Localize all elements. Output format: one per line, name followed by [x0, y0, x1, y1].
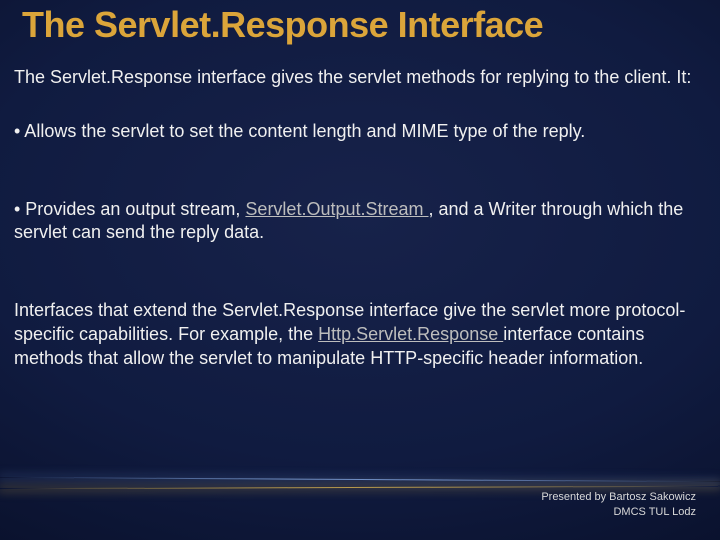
bullet2-pre: • Provides an output stream, — [14, 199, 245, 219]
spacer — [14, 96, 692, 120]
spacer — [14, 174, 692, 198]
page-title: The Servlet.Response Interface — [22, 4, 698, 46]
footer: Presented by Bartosz Sakowicz DMCS TUL L… — [541, 490, 696, 520]
intro-paragraph: The Servlet.Response interface gives the… — [14, 66, 692, 90]
intro-post: interface gives the servlet methods for … — [192, 67, 691, 87]
bullet-2: • Provides an output stream, Servlet.Out… — [14, 198, 692, 246]
intro-code: Servlet.Response — [50, 67, 192, 87]
http-servlet-response-link[interactable]: Http.Servlet.Response — [318, 324, 503, 344]
spacer — [14, 275, 692, 299]
footer-line-1: Presented by Bartosz Sakowicz — [541, 490, 696, 505]
slide-body: The Servlet.Response interface gives the… — [14, 66, 692, 376]
bullet-1: • Allows the servlet to set the content … — [14, 120, 692, 144]
slide: The Servlet.Response Interface The Servl… — [0, 0, 720, 540]
bullet2-writer: Writer — [489, 199, 537, 219]
paragraph-extend: Interfaces that extend the Servlet.Respo… — [14, 299, 692, 370]
bullet2-mid1: , and a — [429, 199, 489, 219]
intro-pre: The — [14, 67, 50, 87]
para-pre: Interfaces that extend the — [14, 300, 222, 320]
servlet-output-stream-link[interactable]: Servlet.Output.Stream — [245, 199, 428, 219]
footer-line-2: DMCS TUL Lodz — [541, 505, 696, 520]
spacer — [14, 150, 692, 174]
para-code: Servlet.Response — [222, 300, 364, 320]
spacer — [14, 251, 692, 275]
